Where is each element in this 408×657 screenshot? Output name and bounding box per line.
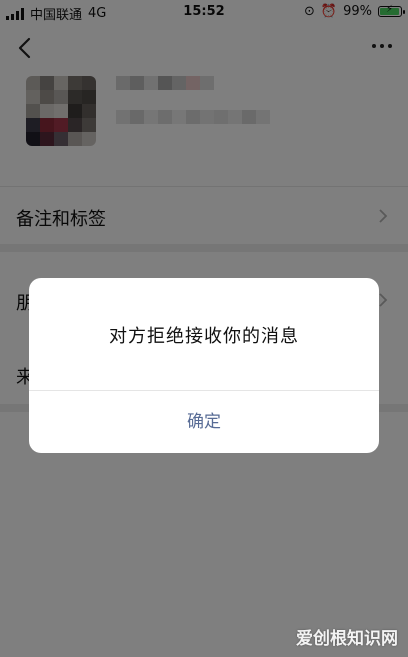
confirm-button[interactable]: 确定 xyxy=(29,391,379,453)
alert-dialog: 对方拒绝接收你的消息 确定 xyxy=(29,278,379,453)
dialog-message: 对方拒绝接收你的消息 xyxy=(109,326,299,347)
watermark: 爱创根知识网 xyxy=(296,629,398,649)
